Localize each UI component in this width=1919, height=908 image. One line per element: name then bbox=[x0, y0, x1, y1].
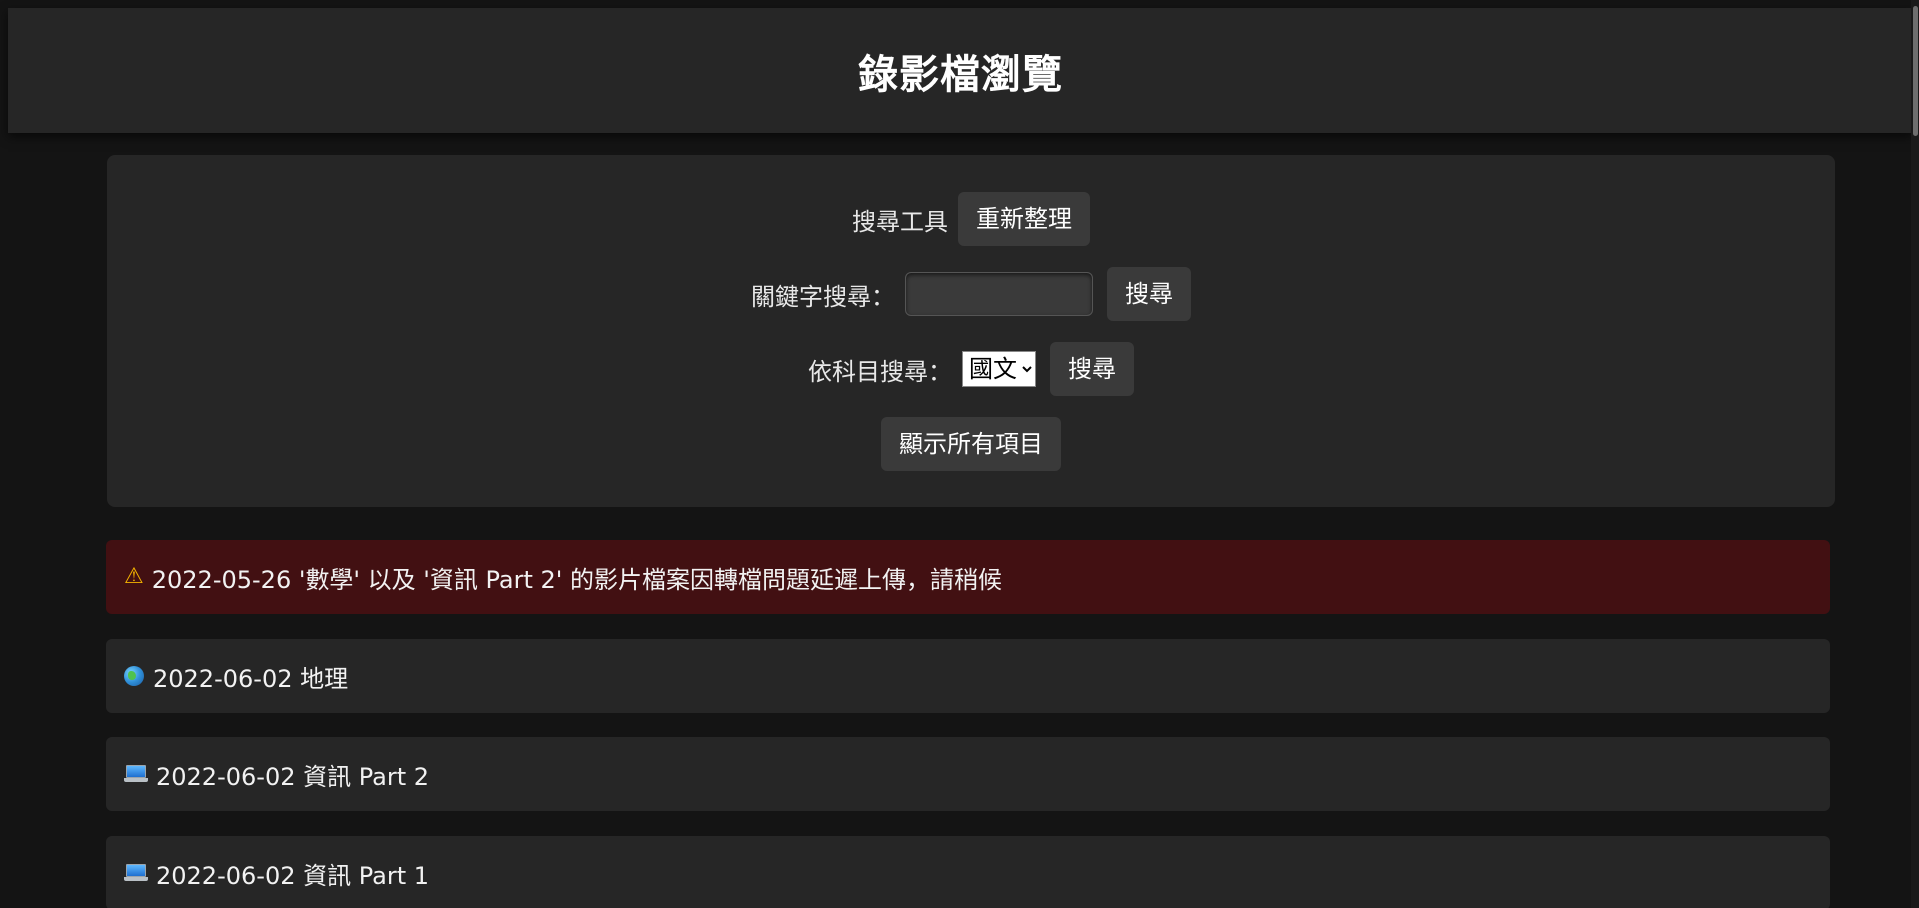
show-all-row: 顯示所有項目 bbox=[107, 417, 1835, 471]
recording-label: 2022-06-02 地理 bbox=[153, 664, 349, 693]
search-tools-row: 搜尋工具 重新整理 bbox=[107, 192, 1835, 246]
show-all-button[interactable]: 顯示所有項目 bbox=[881, 417, 1061, 471]
subject-search-label: 依科目搜尋： bbox=[808, 357, 952, 386]
keyword-search-input[interactable] bbox=[905, 272, 1093, 316]
recording-label: 2022-06-02 資訊 Part 2 bbox=[156, 762, 430, 791]
recording-item[interactable]: 2022-06-02 地理 bbox=[106, 639, 1830, 713]
subject-search-button[interactable]: 搜尋 bbox=[1050, 342, 1134, 396]
keyword-search-row: 關鍵字搜尋： 搜尋 bbox=[107, 267, 1835, 321]
notice-text: 2022-05-26 '數學' 以及 '資訊 Part 2' 的影片檔案因轉檔問… bbox=[151, 565, 1003, 594]
recording-label: 2022-06-02 資訊 Part 1 bbox=[156, 861, 430, 890]
keyword-search-button[interactable]: 搜尋 bbox=[1107, 267, 1191, 321]
refresh-button[interactable]: 重新整理 bbox=[958, 192, 1090, 246]
laptop-icon bbox=[124, 864, 148, 882]
page-header: 錄影檔瀏覽 bbox=[8, 8, 1913, 133]
scrollbar-thumb[interactable] bbox=[1913, 6, 1918, 136]
page: 錄影檔瀏覽 搜尋工具 重新整理 關鍵字搜尋： 搜尋 依科目搜尋： 國文 搜尋 顯… bbox=[0, 0, 1919, 908]
search-tools-label: 搜尋工具 bbox=[852, 207, 948, 236]
keyword-search-label: 關鍵字搜尋： bbox=[751, 282, 895, 311]
scrollbar[interactable] bbox=[1911, 0, 1919, 908]
globe-icon bbox=[124, 666, 144, 686]
recording-item[interactable]: 2022-06-02 資訊 Part 2 bbox=[106, 737, 1830, 811]
recording-item[interactable]: 2022-06-02 資訊 Part 1 bbox=[106, 836, 1830, 908]
search-panel: 搜尋工具 重新整理 關鍵字搜尋： 搜尋 依科目搜尋： 國文 搜尋 顯示所有項目 bbox=[107, 155, 1835, 507]
delay-notice: ⚠ 2022-05-26 '數學' 以及 '資訊 Part 2' 的影片檔案因轉… bbox=[106, 540, 1830, 614]
page-title: 錄影檔瀏覽 bbox=[858, 51, 1063, 98]
subject-search-row: 依科目搜尋： 國文 搜尋 bbox=[107, 342, 1835, 396]
subject-select[interactable]: 國文 bbox=[962, 351, 1036, 387]
laptop-icon bbox=[124, 765, 148, 783]
warning-icon: ⚠ bbox=[124, 564, 144, 589]
